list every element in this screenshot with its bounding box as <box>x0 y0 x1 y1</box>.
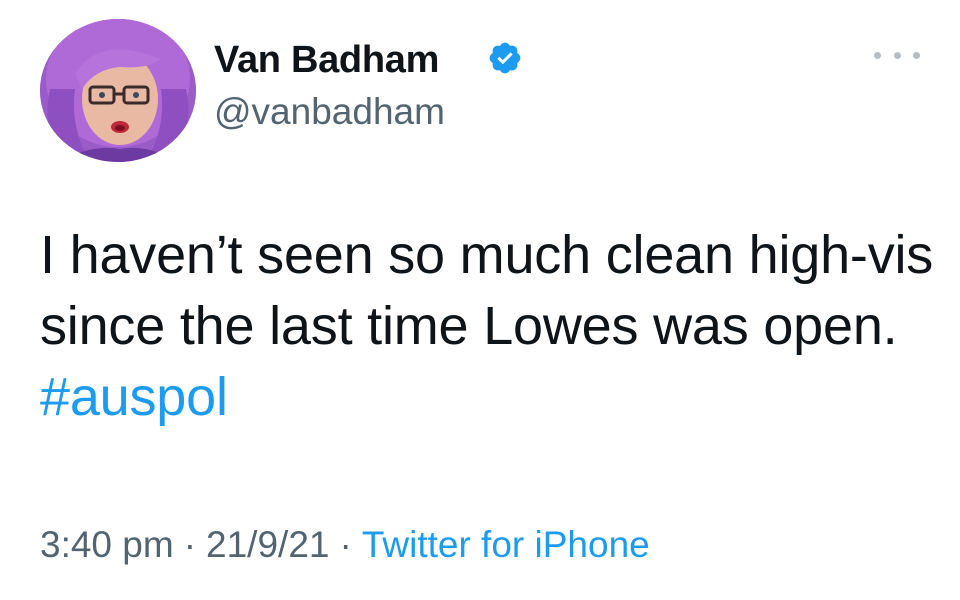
verified-badge-icon <box>487 40 523 76</box>
tweet-date[interactable]: 21/9/21 <box>206 524 329 565</box>
user-handle[interactable]: @vanbadham <box>214 90 445 134</box>
more-options-icon[interactable] <box>874 45 920 65</box>
tweet-time[interactable]: 3:40 pm <box>40 524 174 565</box>
tweet-card: Van Badham @vanbadham I haven’t seen so … <box>0 0 960 600</box>
tweet-text: I haven’t seen so much clean high-vis si… <box>40 220 940 433</box>
more-dot <box>893 51 901 59</box>
tweet-meta: 3:40 pm · 21/9/21 · Twitter for iPhone <box>40 521 650 569</box>
display-name[interactable]: Van Badham <box>214 38 439 82</box>
hashtag-link[interactable]: #auspol <box>40 367 228 427</box>
meta-separator: · <box>339 524 352 565</box>
avatar[interactable] <box>40 19 196 162</box>
tweet-source-link[interactable]: Twitter for iPhone <box>362 524 650 565</box>
meta-separator: · <box>183 524 197 565</box>
more-dot <box>874 51 881 59</box>
profile-photo-icon <box>40 19 196 162</box>
more-dot <box>913 51 920 59</box>
tweet-body: I haven’t seen so much clean high-vis si… <box>40 225 934 356</box>
